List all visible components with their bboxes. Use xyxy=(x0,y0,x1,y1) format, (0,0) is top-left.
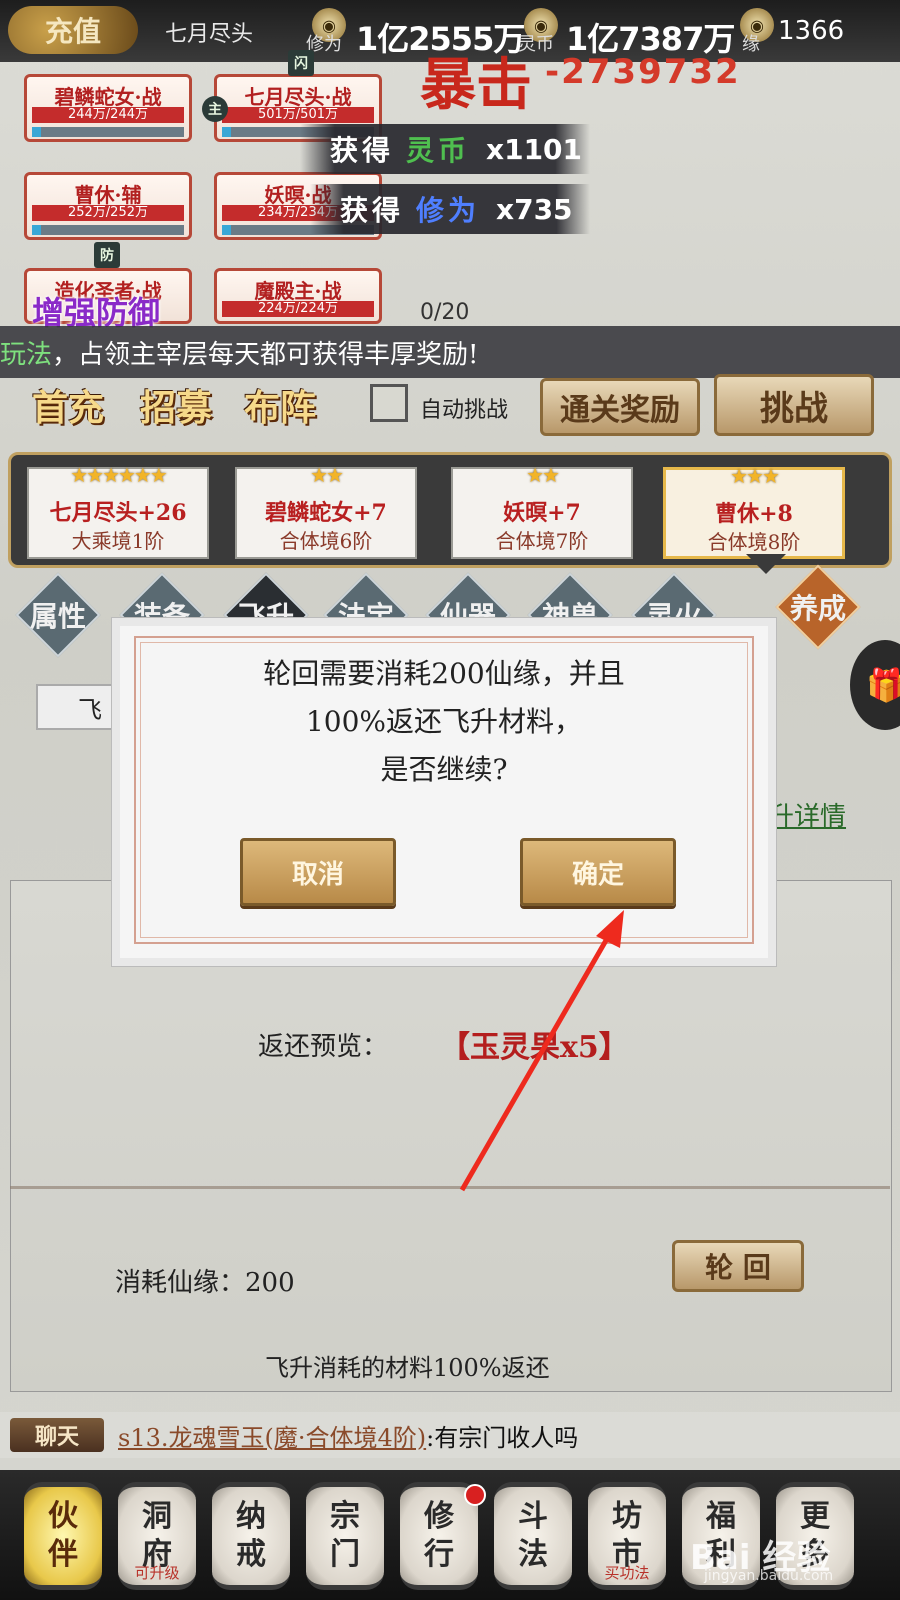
red-arrow-annotation xyxy=(459,910,624,1192)
baidu-watermark-url: jingyan.baidu.com xyxy=(704,1568,834,1584)
